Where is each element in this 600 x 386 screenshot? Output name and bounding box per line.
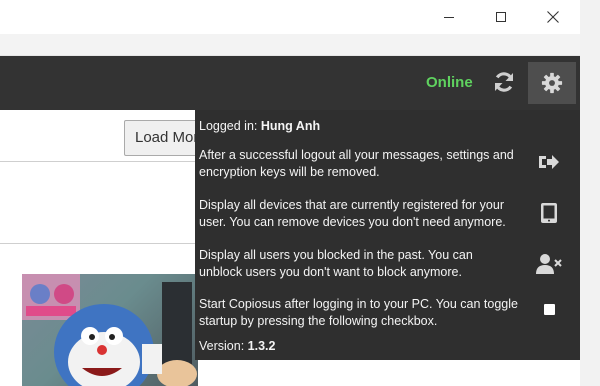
divider	[0, 243, 200, 244]
startup-checkbox[interactable]	[543, 303, 555, 315]
settings-dropdown: Logged in: Hung Anh After a successful l…	[195, 110, 580, 360]
close-button[interactable]	[530, 0, 576, 34]
version-number: 1.3.2	[247, 339, 276, 353]
minimize-icon	[444, 16, 454, 18]
startup-checkbox-wrapper	[535, 295, 563, 323]
devices-button[interactable]	[535, 199, 563, 227]
username: Hung Anh	[260, 119, 321, 133]
startup-description: Start Copiosus after logging in to your …	[199, 297, 518, 328]
toolbar-band	[0, 34, 580, 56]
logout-button[interactable]	[535, 148, 563, 176]
logout-icon	[539, 155, 559, 169]
image-illustration	[22, 274, 197, 386]
user-block-icon	[536, 254, 562, 274]
blocked-users-button[interactable]	[535, 250, 563, 278]
maximize-icon	[496, 12, 506, 22]
minimize-button[interactable]	[426, 0, 472, 34]
devices-description: Display all devices that are currently r…	[199, 198, 506, 229]
shared-image[interactable]	[22, 274, 198, 386]
refresh-button[interactable]	[488, 66, 520, 98]
load-more-button[interactable]: Load More	[124, 120, 204, 156]
gear-icon	[541, 72, 563, 94]
divider	[0, 161, 200, 162]
version-line: Version: 1.3.2	[199, 338, 519, 355]
version-label: Version:	[199, 339, 248, 353]
settings-button[interactable]	[528, 62, 576, 104]
refresh-icon	[494, 72, 514, 92]
maximize-button[interactable]	[478, 0, 524, 34]
desktop-background	[580, 0, 600, 386]
connection-status: Online	[426, 74, 473, 91]
close-icon	[547, 11, 559, 23]
logout-description: After a successful logout all your messa…	[199, 148, 514, 179]
tablet-icon	[541, 203, 557, 223]
logged-in-label: Logged in:	[199, 119, 261, 133]
blocked-users-description: Display all users you blocked in the pas…	[199, 248, 473, 279]
logged-in-line: Logged in: Hung Anh	[199, 118, 519, 135]
